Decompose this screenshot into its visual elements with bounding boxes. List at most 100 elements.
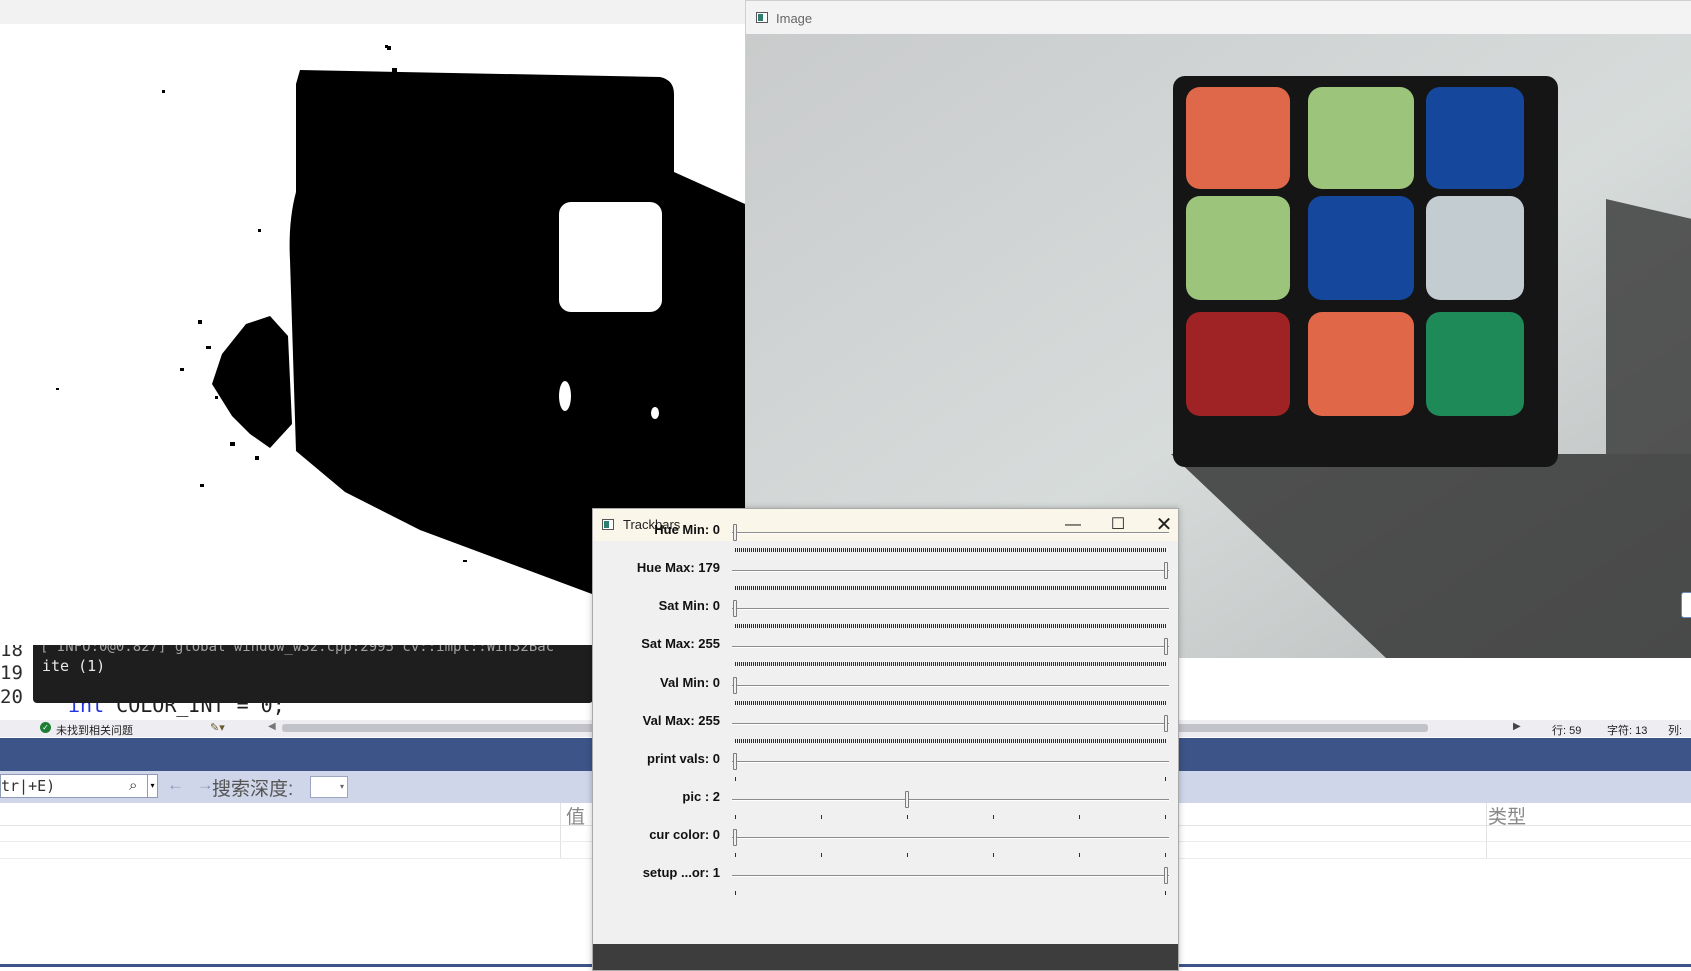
problems-status[interactable]: 未找到相关问题	[56, 722, 133, 738]
trackbar-tick	[1165, 853, 1166, 857]
cube-facelet	[1426, 196, 1524, 300]
trackbar-label: Val Min: 0	[660, 675, 720, 690]
trackbar-row: Hue Min: 0	[593, 522, 1178, 562]
search-icon[interactable]: ⌕	[129, 777, 137, 794]
trackbar-tick	[821, 815, 822, 819]
trackbar-row: pic : 2	[593, 789, 1178, 829]
side-panel-toggle[interactable]	[1681, 592, 1691, 618]
trackbar-tick	[735, 815, 736, 819]
trackbar-row: Sat Min: 0	[593, 598, 1178, 638]
cube-facelet	[1186, 196, 1290, 300]
line-number: 19	[0, 662, 23, 684]
trackbar-tick	[1079, 853, 1080, 857]
image-window-titlebar[interactable]: Image	[746, 1, 1691, 34]
trackbar-slider[interactable]	[732, 723, 1169, 725]
trackbar-ticks	[735, 815, 1167, 819]
trackbar-thumb[interactable]	[733, 600, 737, 617]
cube-facelets	[1186, 87, 1524, 416]
trackbar-ticks	[735, 548, 1167, 552]
search-nav-arrows[interactable]: ← →	[167, 775, 218, 795]
trackbar-ticks	[735, 662, 1167, 666]
trackbar-ticks	[735, 853, 1167, 857]
trackbar-tick	[907, 815, 908, 819]
trackbar-tick	[993, 853, 994, 857]
trackbars-footer	[593, 944, 1178, 970]
cube-facelet	[1186, 87, 1290, 189]
window-icon	[756, 12, 768, 23]
trackbar-row: print vals: 0	[593, 751, 1178, 791]
column-divider[interactable]	[1486, 803, 1487, 858]
trackbar-tick	[735, 853, 736, 857]
trackbar-tick	[993, 815, 994, 819]
trackbar-tick	[1079, 815, 1080, 819]
search-depth-label: 搜索深度:	[212, 779, 294, 800]
trackbar-label: Hue Max: 179	[636, 560, 720, 575]
cube-facelet	[1426, 87, 1524, 189]
trackbar-row: cur color: 0	[593, 827, 1178, 867]
trackbar-slider[interactable]	[732, 608, 1169, 610]
mask-hole	[651, 407, 659, 419]
cube-facelet	[1308, 87, 1414, 189]
trackbar-slider[interactable]	[732, 685, 1169, 687]
trackbar-tick	[1165, 891, 1166, 895]
trackbar-ticks	[735, 777, 1167, 781]
search-depth-select[interactable]: ▾	[310, 776, 348, 798]
trackbar-label: Hue Min: 0	[654, 522, 720, 537]
trackbar-row: Val Max: 255	[593, 713, 1178, 753]
trackbar-thumb[interactable]	[1164, 867, 1168, 884]
trackbar-label: Sat Max: 255	[641, 636, 720, 651]
type-column-header[interactable]: 类型	[1488, 802, 1526, 829]
trackbar-tick	[735, 891, 736, 895]
window-title: Image	[776, 11, 813, 26]
brush-icon[interactable]: ✎▾	[210, 721, 225, 734]
search-dropdown-button[interactable]: ▾	[148, 774, 158, 798]
trackbar-tick	[907, 853, 908, 857]
line-number: 20	[0, 686, 23, 708]
cube-facelet	[1186, 312, 1290, 416]
mask-hole	[559, 381, 571, 411]
trackbar-slider[interactable]	[732, 532, 1169, 534]
trackbar-tick	[821, 853, 822, 857]
trackbar-label: cur color: 0	[649, 827, 720, 842]
trackbar-label: Sat Min: 0	[658, 598, 720, 613]
trackbar-thumb[interactable]	[1164, 562, 1168, 579]
trackbar-label: print vals: 0	[647, 751, 720, 766]
trackbar-slider[interactable]	[732, 799, 1169, 801]
trackbars-window[interactable]: Trackbars — ☐ ✕ Hue Min: 0 Hue Max: 179 Sa…	[592, 508, 1179, 971]
trackbar-thumb[interactable]	[733, 753, 737, 770]
trackbar-ticks	[735, 701, 1167, 705]
trackbar-thumb[interactable]	[1164, 638, 1168, 655]
trackbar-ticks	[735, 891, 1167, 895]
trackbar-tick	[1165, 815, 1166, 819]
watch-search-input[interactable]: tr|+E)	[0, 774, 148, 798]
bright-facelet-hole	[559, 202, 662, 312]
trackbar-slider[interactable]	[732, 570, 1169, 572]
trackbar-slider[interactable]	[732, 837, 1169, 839]
trackbar-row: Hue Max: 179	[593, 560, 1178, 600]
row-indicator: 行: 59	[1552, 725, 1582, 737]
scroll-right-icon[interactable]: ▶	[1513, 721, 1521, 732]
cube-facelet	[1426, 312, 1524, 416]
trackbar-row: setup ...or: 1	[593, 865, 1178, 905]
trackbar-slider[interactable]	[732, 875, 1169, 877]
console-log-line: ite (1)	[42, 657, 106, 675]
cube-shadow	[1606, 199, 1691, 454]
trackbar-label: Val Max: 255	[642, 713, 720, 728]
trackbar-thumb[interactable]	[733, 829, 737, 846]
char-indicator: 字符: 13	[1607, 725, 1648, 737]
check-icon: ✓	[40, 722, 51, 733]
trackbar-thumb[interactable]	[733, 524, 737, 541]
trackbar-thumb[interactable]	[905, 791, 910, 808]
trackbar-thumb[interactable]	[1164, 715, 1168, 732]
trackbar-ticks	[735, 739, 1167, 743]
column-divider[interactable]	[560, 803, 561, 858]
trackbar-label: pic : 2	[682, 789, 720, 804]
trackbar-tick	[735, 777, 736, 781]
trackbar-ticks	[735, 586, 1167, 590]
trackbar-thumb[interactable]	[733, 677, 737, 694]
trackbar-slider[interactable]	[732, 761, 1169, 763]
value-column-header[interactable]: 值	[566, 802, 585, 829]
trackbar-slider[interactable]	[732, 646, 1169, 648]
cube-facelet	[1308, 312, 1414, 416]
scroll-left-icon[interactable]: ◀	[268, 721, 276, 732]
